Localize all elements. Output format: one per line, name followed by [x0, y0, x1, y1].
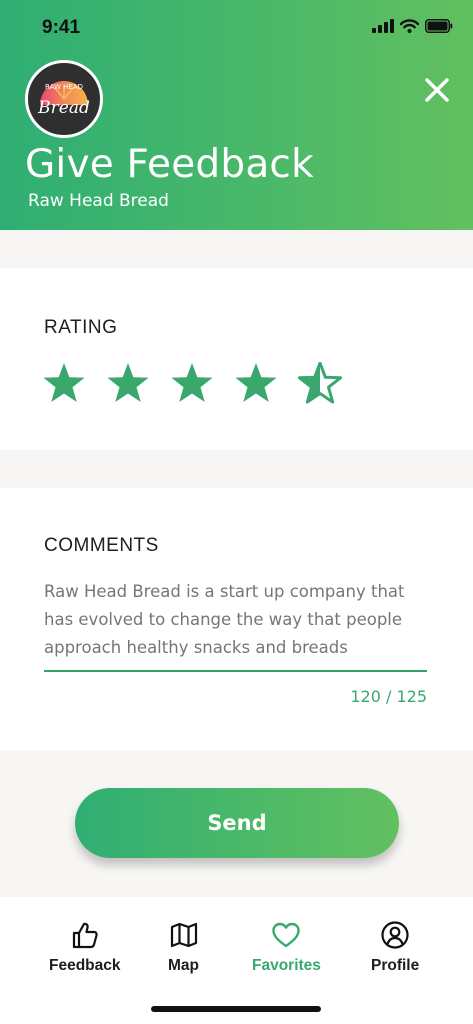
comments-underline — [44, 670, 427, 672]
thumbs-up-icon — [72, 922, 98, 949]
tab-label-favorites: Favorites — [252, 957, 321, 974]
send-button[interactable]: Send — [75, 788, 399, 858]
star-icon-1[interactable] — [42, 362, 86, 404]
tab-favorites[interactable]: Favorites — [252, 897, 321, 975]
star-icon-4[interactable] — [234, 362, 278, 404]
header: 9:41 RAW HEAD Bread Give Feedback Raw He… — [0, 0, 473, 230]
battery-icon — [425, 19, 453, 33]
map-icon — [170, 922, 197, 948]
brand-logo: RAW HEAD Bread — [25, 60, 103, 138]
half-star-icon[interactable] — [298, 362, 342, 404]
comments-label: COMMENTS — [44, 535, 159, 556]
close-icon — [425, 78, 449, 102]
character-counter: 120 / 125 — [350, 687, 427, 706]
wifi-icon — [400, 19, 419, 33]
page-subtitle: Raw Head Bread — [28, 191, 169, 211]
heart-icon — [272, 922, 301, 948]
rating-section — [0, 268, 473, 450]
profile-icon — [381, 921, 409, 949]
status-icons — [372, 19, 453, 33]
tab-label-map: Map — [168, 957, 199, 974]
star-icon-3[interactable] — [170, 362, 214, 404]
status-time: 9:41 — [42, 17, 81, 38]
tab-profile[interactable]: Profile — [371, 897, 419, 975]
cellular-signal-icon — [372, 19, 394, 33]
tab-bar: Feedback Map Favorites Profile — [0, 897, 473, 1024]
rating-label: RATING — [44, 317, 118, 338]
star-rating[interactable] — [42, 362, 342, 404]
star-icon-2[interactable] — [106, 362, 150, 404]
tab-label-profile: Profile — [371, 957, 420, 974]
tab-feedback[interactable]: Feedback — [49, 897, 121, 975]
tab-label-feedback: Feedback — [49, 957, 121, 974]
tab-map[interactable]: Map — [168, 897, 199, 975]
logo-text-main: Bread — [37, 98, 90, 118]
close-button[interactable] — [424, 77, 450, 103]
page-title: Give Feedback — [25, 142, 314, 187]
comments-input[interactable]: Raw Head Bread is a start up company tha… — [44, 578, 436, 662]
home-indicator[interactable] — [151, 1006, 321, 1012]
logo-text-top: RAW HEAD — [45, 83, 83, 91]
